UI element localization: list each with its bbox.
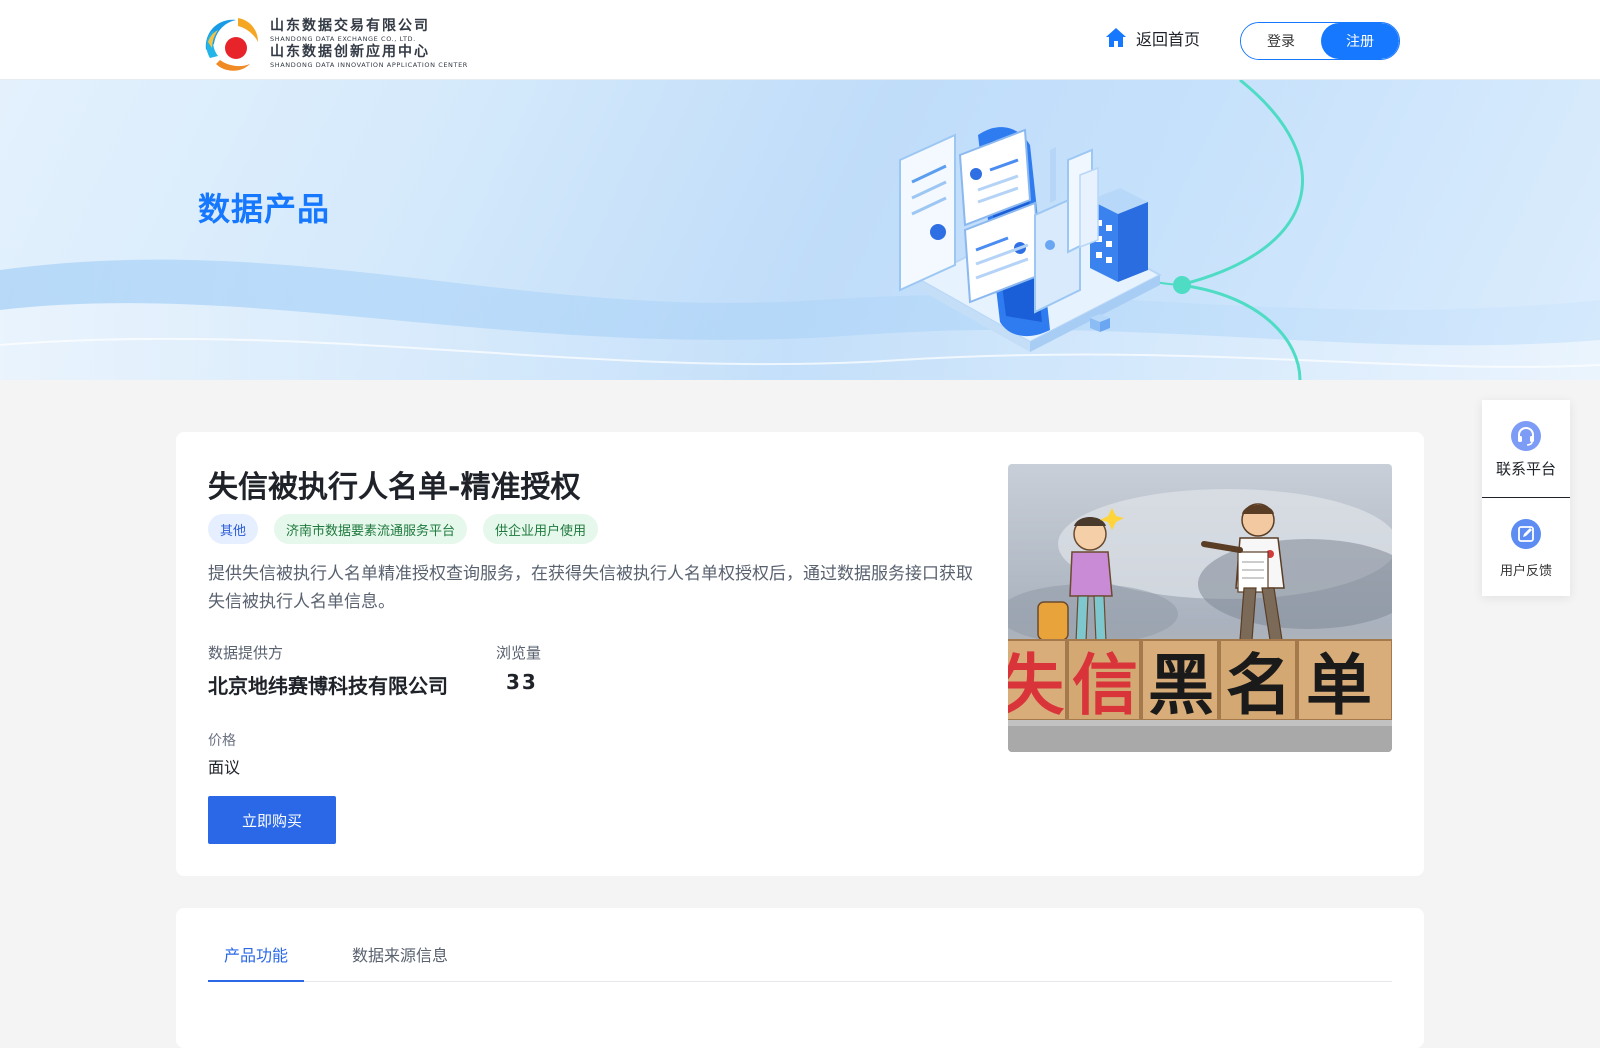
home-link-label: 返回首页 <box>1136 30 1201 49</box>
product-card: 失信被执行人名单-精准授权 其他 济南市数据要素流通服务平台 供企业用户使用 提… <box>176 432 1424 876</box>
price-value: 面议 <box>208 758 241 777</box>
user-feedback-label: 用户反馈 <box>1499 564 1552 579</box>
provider-value: 北京地纬赛博科技有限公司 <box>208 674 448 698</box>
views-value: 33 <box>506 670 538 694</box>
tab-product-features[interactable]: 产品功能 <box>208 932 304 982</box>
site-header: 山东数据交易有限公司 SHANDONG DATA EXCHANGE CO., L… <box>0 0 1600 80</box>
home-link[interactable]: 返回首页 <box>1104 26 1200 50</box>
register-button[interactable]: 注册 <box>1320 23 1399 59</box>
contact-platform-button[interactable]: 联系平台 <box>1482 420 1570 498</box>
svg-text:单: 单 <box>1306 647 1372 724</box>
user-feedback-button[interactable]: 用户反馈 <box>1482 518 1570 588</box>
edit-icon <box>1511 519 1541 549</box>
logo-line2-cn: 山东数据创新应用中心 <box>270 44 430 60</box>
svg-text:信: 信 <box>1072 647 1138 724</box>
product-tabs: 产品功能 数据来源信息 <box>208 932 1392 982</box>
cover-image-text: 失 信 黑 名 单 <box>1008 647 1372 724</box>
logo-line1-cn: 山东数据交易有限公司 <box>270 18 430 34</box>
product-cover-image: 失 信 黑 名 单 <box>1008 464 1392 752</box>
home-icon <box>1106 28 1126 47</box>
contact-platform-label: 联系平台 <box>1495 460 1556 478</box>
svg-text:名: 名 <box>1226 647 1292 724</box>
auth-buttons: 登录 注册 <box>1240 22 1400 60</box>
product-title: 失信被执行人名单-精准授权 <box>208 470 581 505</box>
svg-text:失: 失 <box>1008 647 1065 724</box>
page-banner: 数据产品 <box>0 80 1600 380</box>
product-tags: 其他 济南市数据要素流通服务平台 供企业用户使用 <box>208 514 599 544</box>
floating-side-panel: 联系平台 用户反馈 <box>1482 400 1570 596</box>
login-button[interactable]: 登录 <box>1241 23 1321 59</box>
logo-text: 山东数据交易有限公司 SHANDONG DATA EXCHANGE CO., L… <box>270 18 468 70</box>
tag-platform[interactable]: 济南市数据要素流通服务平台 <box>274 514 468 544</box>
product-description: 提供失信被执行人名单精准授权查询服务，在获得失信被执行人名单权授权后，通过数据服… <box>208 564 973 612</box>
product-tabs-card: 产品功能 数据来源信息 <box>176 908 1424 1048</box>
company-logo[interactable]: 山东数据交易有限公司 SHANDONG DATA EXCHANGE CO., L… <box>198 12 468 76</box>
tag-audience[interactable]: 供企业用户使用 <box>483 514 599 544</box>
logo-emblem-icon <box>205 18 258 71</box>
data-documents-illustration <box>899 127 1163 352</box>
side-panel-divider <box>1482 497 1570 498</box>
headset-icon <box>1511 421 1541 451</box>
provider-label: 数据提供方 <box>208 644 284 662</box>
buy-now-button[interactable]: 立即购买 <box>208 796 336 844</box>
banner-background-waves <box>0 80 1600 380</box>
tab-data-source[interactable]: 数据来源信息 <box>352 932 448 982</box>
price-label: 价格 <box>208 733 236 749</box>
views-label: 浏览量 <box>496 644 542 662</box>
tag-category[interactable]: 其他 <box>208 514 259 544</box>
svg-text:黑: 黑 <box>1148 647 1214 724</box>
banner-title: 数据产品 <box>198 190 331 228</box>
logo-line1-en: SHANDONG DATA EXCHANGE CO., LTD. <box>270 35 416 43</box>
logo-line2-en: SHANDONG DATA INNOVATION APPLICATION CEN… <box>270 61 468 69</box>
